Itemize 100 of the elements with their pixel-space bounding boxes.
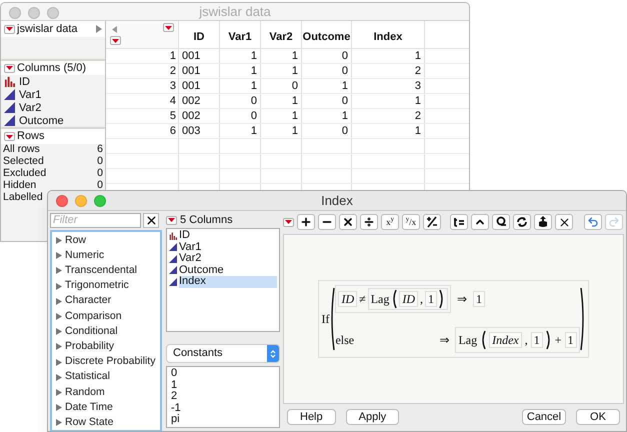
formula-term[interactable]: 1 (530, 332, 543, 348)
column-item[interactable]: Outcome (179, 264, 277, 276)
collapsed-triangle-icon[interactable] (56, 358, 62, 366)
function-group[interactable]: Character (52, 294, 160, 309)
column-header[interactable]: Var2 (261, 21, 302, 48)
redo-icon (608, 216, 620, 228)
column-item[interactable]: Outcome (19, 114, 64, 126)
formula-term[interactable]: ID (399, 291, 418, 307)
row-state-count: 0 (97, 154, 103, 168)
formula-expression[interactable]: If ID ≠ Lag ID , 1 ⇒ 1 else ⇒ Lag Index , 1 + 1 (318, 280, 589, 358)
delete-button[interactable] (555, 214, 573, 230)
formula-term[interactable]: 1 (473, 291, 486, 307)
function-group[interactable]: Discrete Probability (52, 354, 160, 370)
constant-item[interactable]: -1 (171, 402, 275, 414)
collapsed-triangle-icon[interactable] (56, 313, 62, 320)
function-group[interactable]: Comparison (52, 308, 160, 324)
unthrow-button[interactable] (534, 214, 552, 230)
dialog-button[interactable]: Help (287, 409, 336, 425)
table-cell: 2 (414, 65, 421, 77)
function-group[interactable]: Transcendental (52, 263, 160, 279)
column-item[interactable]: ID (19, 76, 30, 88)
multiply-icon (342, 216, 354, 228)
power-button[interactable]: x$^{y}$ (381, 214, 399, 230)
sum-term[interactable]: Lag Index , 1 + 1 (455, 327, 580, 353)
constant-item[interactable]: pi (171, 414, 275, 426)
collapsed-triangle-icon[interactable] (56, 343, 62, 350)
negate-button[interactable] (423, 214, 441, 230)
column-item[interactable]: Index (179, 276, 277, 288)
collapsed-triangle-icon[interactable] (56, 282, 62, 290)
column-item[interactable]: ID (179, 230, 277, 242)
subtract-button[interactable] (318, 214, 336, 230)
column-header[interactable]: Var1 (220, 21, 261, 48)
peel-button[interactable] (492, 214, 510, 230)
multiply-button[interactable] (339, 214, 357, 230)
undo-button[interactable] (584, 214, 602, 230)
collapsed-triangle-icon[interactable] (56, 404, 62, 412)
collapsed-triangle-icon[interactable] (56, 419, 62, 426)
left-arrow-icon[interactable] (112, 26, 117, 33)
filter-field[interactable]: Filter (50, 213, 141, 228)
lag-term[interactable]: Lag ID , 1 (368, 288, 448, 310)
dialog-button[interactable]: OK (576, 409, 620, 425)
function-group[interactable]: Date Time (52, 400, 160, 416)
table-cell: 0 (250, 110, 257, 122)
menu-button[interactable] (283, 218, 294, 226)
collapsed-triangle-icon[interactable] (56, 388, 62, 396)
column-item[interactable]: Var1 (19, 88, 42, 100)
collapsed-triangle-icon[interactable] (56, 298, 62, 305)
formula-term[interactable]: ID (338, 291, 358, 307)
formula-term[interactable]: Index (489, 332, 522, 348)
function-group[interactable]: Probability (52, 339, 160, 354)
comma: , (420, 291, 424, 308)
collapsed-triangle-icon[interactable] (56, 237, 62, 244)
function-group[interactable]: Random (52, 384, 160, 400)
play-icon[interactable] (96, 25, 102, 33)
constants-select[interactable]: Constants (166, 344, 280, 363)
menu-button[interactable] (110, 36, 121, 45)
formula-editor[interactable]: If ID ≠ Lag ID , 1 ⇒ 1 else ⇒ Lag Index , 1 + 1 (283, 234, 624, 404)
collapsed-triangle-icon[interactable] (56, 267, 62, 274)
column-header[interactable]: ID (179, 21, 220, 48)
menu-button[interactable] (4, 132, 15, 141)
root-button[interactable]: $^{y}$/x (402, 214, 420, 230)
collapsed-triangle-icon[interactable] (56, 328, 62, 336)
menu-button[interactable] (4, 24, 15, 34)
function-group[interactable]: Conditional (52, 324, 160, 340)
column-item[interactable]: Var1 (179, 242, 277, 253)
assign-button[interactable] (450, 214, 468, 230)
row-state-label: All rows (3, 142, 40, 156)
table-cell: 0 (250, 95, 257, 107)
raise-button[interactable] (471, 214, 489, 230)
formula-term[interactable]: 1 (564, 332, 577, 348)
constant-item[interactable]: 0 (171, 368, 275, 380)
menu-button[interactable] (4, 64, 15, 72)
column-header[interactable]: Outcome (302, 21, 352, 48)
divide-button[interactable] (360, 214, 378, 230)
menu-button[interactable] (166, 216, 177, 224)
column-item[interactable]: Var2 (179, 253, 277, 264)
close-button[interactable] (143, 213, 159, 228)
collapsed-triangle-icon[interactable] (56, 374, 62, 381)
function-group[interactable]: Row State (52, 415, 160, 430)
row-state-label: Excluded (3, 166, 46, 180)
swap-button[interactable] (513, 214, 531, 230)
add-button[interactable] (297, 214, 315, 230)
constant-item[interactable]: 1 (171, 380, 275, 391)
function-group[interactable]: Statistical (52, 370, 160, 385)
left-paren-icon (391, 289, 398, 309)
function-group[interactable]: Numeric (52, 248, 160, 264)
constant-item[interactable]: 2 (171, 391, 275, 402)
menu-button[interactable] (163, 23, 174, 32)
zoom-button[interactable] (94, 195, 106, 207)
triangle-icon (4, 115, 15, 126)
formula-term[interactable]: 1 (425, 291, 438, 307)
bar-chart-icon (4, 76, 15, 87)
function-group[interactable]: Trigonometric (52, 278, 160, 294)
dialog-button[interactable]: Apply (346, 409, 400, 425)
dialog-button[interactable]: Cancel (522, 409, 566, 425)
function-group[interactable]: Row (52, 233, 160, 248)
condition-term[interactable]: ID ≠ Lag ID , 1 (335, 285, 452, 313)
collapsed-triangle-icon[interactable] (56, 252, 62, 260)
column-header[interactable]: Index (352, 21, 425, 48)
column-item[interactable]: Var2 (19, 102, 42, 114)
